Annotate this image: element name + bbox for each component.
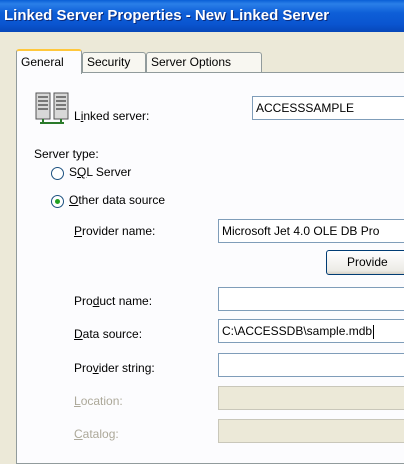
- data-source-input[interactable]: C:\ACCESSDB\sample.mdb: [218, 319, 404, 343]
- linked-server-label: Linked server:: [74, 109, 150, 123]
- server-type-label: Server type:: [34, 147, 99, 161]
- radio-selected-dot: [55, 199, 60, 204]
- server-icon: [34, 91, 70, 125]
- linked-server-input[interactable]: ACCESSSAMPLE: [252, 96, 404, 120]
- location-label: Location:: [74, 394, 123, 408]
- product-name-label: Product name:: [74, 294, 153, 308]
- other-data-source-radio[interactable]: [51, 195, 64, 208]
- catalog-label: Catalog:: [74, 427, 119, 441]
- provider-options-button[interactable]: Provide: [326, 250, 404, 275]
- other-data-source-label[interactable]: Other data source: [69, 193, 165, 207]
- product-name-input[interactable]: [218, 287, 404, 311]
- location-input: [218, 386, 404, 410]
- window-title: Linked Server Properties - New Linked Se…: [4, 7, 330, 24]
- title-bar[interactable]: Linked Server Properties - New Linked Se…: [0, 0, 404, 32]
- provider-name-label: Provider name:: [74, 224, 156, 238]
- sql-server-radio[interactable]: [51, 167, 64, 180]
- provider-string-input[interactable]: [218, 353, 404, 377]
- tab-server-options[interactable]: Server Options: [146, 52, 262, 72]
- text-caret: [373, 324, 375, 339]
- tab-general[interactable]: General: [16, 49, 82, 74]
- catalog-input: [218, 419, 404, 443]
- provider-name-select[interactable]: Microsoft Jet 4.0 OLE DB Pro: [218, 219, 404, 243]
- tab-security[interactable]: Security: [82, 52, 146, 72]
- data-source-label: Data source:: [74, 327, 143, 341]
- sql-server-label[interactable]: SQL Server: [69, 165, 131, 179]
- provider-string-label: Provider string:: [74, 361, 155, 375]
